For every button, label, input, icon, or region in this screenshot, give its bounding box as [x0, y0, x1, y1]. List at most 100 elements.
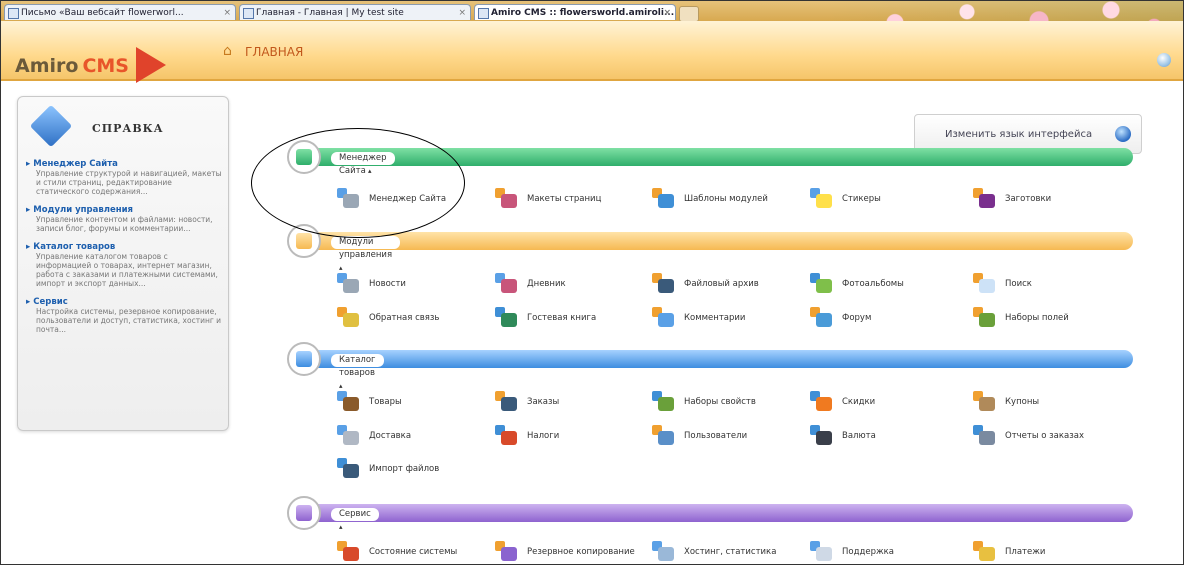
- module-diary[interactable]: Дневник: [495, 273, 566, 295]
- close-tab-icon[interactable]: ×: [663, 5, 671, 20]
- help-item-link[interactable]: Модули управления: [26, 205, 222, 215]
- module-label: Форум: [842, 313, 872, 323]
- module-taxes[interactable]: Налоги: [495, 425, 559, 447]
- section-toggle[interactable]: Менеджер Сайта: [331, 152, 395, 176]
- module-coupons[interactable]: Купоны: [973, 391, 1039, 413]
- help-item-text: Настройка системы, резервное копирование…: [36, 307, 222, 334]
- module-file-import[interactable]: Импорт файлов: [337, 458, 439, 480]
- diary-icon: [495, 273, 519, 295]
- module-label: Состояние системы: [369, 547, 458, 557]
- tab-favicon-icon: [243, 8, 254, 19]
- module-templates-icon: [652, 188, 676, 210]
- module-label: Обратная связь: [369, 313, 440, 323]
- module-users[interactable]: Пользователи: [652, 425, 747, 447]
- amiro-logo[interactable]: Amiro CMS: [15, 55, 129, 77]
- close-tab-icon[interactable]: ×: [458, 5, 466, 20]
- module-label: Файловый архив: [684, 279, 759, 289]
- module-label: Хостинг, статистика: [684, 547, 777, 557]
- change-language-label: Изменить язык интерфейса: [945, 129, 1093, 140]
- module-payments[interactable]: Платежи: [973, 541, 1045, 563]
- module-backup[interactable]: Резервное копирование: [495, 541, 635, 563]
- page-layouts-icon: [495, 188, 519, 210]
- module-label: Отчеты о заказах: [1005, 431, 1084, 441]
- module-products[interactable]: Товары: [337, 391, 402, 413]
- module-comments[interactable]: Комментарии: [652, 307, 745, 329]
- help-item-link[interactable]: Сервис: [26, 297, 222, 307]
- logo-arrow-icon: [136, 47, 166, 83]
- tab-title: Главная - Главная | My test site: [256, 8, 404, 18]
- module-hosting-stats[interactable]: Хостинг, статистика: [652, 541, 776, 563]
- module-delivery[interactable]: Доставка: [337, 425, 411, 447]
- module-order-reports[interactable]: Отчеты о заказах: [973, 425, 1084, 447]
- feedback-icon: [337, 307, 361, 329]
- section-bar[interactable]: [291, 232, 1133, 250]
- photo-albums-icon: [810, 273, 834, 295]
- logo-text: Amiro: [15, 55, 79, 77]
- module-label: Заготовки: [1005, 194, 1052, 204]
- module-support[interactable]: Поддержка: [810, 541, 894, 563]
- tab-favicon-icon: [478, 8, 489, 19]
- module-label: Купоны: [1005, 397, 1040, 407]
- browser-tab-amiro[interactable]: Amiro CMS :: flowersworld.amiroli... ×: [474, 4, 676, 20]
- section-bar[interactable]: [291, 350, 1133, 368]
- module-blanks[interactable]: Заготовки: [973, 188, 1051, 210]
- blanks-icon: [973, 188, 997, 210]
- help-item-link[interactable]: Менеджер Сайта: [26, 159, 222, 169]
- help-item-link[interactable]: Каталог товаров: [26, 242, 222, 252]
- browser-tab-mail[interactable]: Письмо «Ваш вебсайт flowerworl... ×: [4, 4, 236, 20]
- section-bar[interactable]: [291, 148, 1133, 166]
- module-label: Шаблоны модулей: [684, 194, 768, 204]
- module-stickers[interactable]: Стикеры: [810, 188, 881, 210]
- site-manager-section-icon: [287, 140, 321, 174]
- module-file-archive[interactable]: Файловый архив: [652, 273, 759, 295]
- module-guestbook[interactable]: Гостевая книга: [495, 307, 596, 329]
- hosting-stats-icon: [652, 541, 676, 563]
- help-circle-icon[interactable]: [1157, 53, 1171, 67]
- discounts-icon: [810, 391, 834, 413]
- page-title[interactable]: ГЛАВНАЯ: [245, 45, 303, 59]
- home-icon[interactable]: ⌂: [223, 43, 232, 59]
- module-page-layouts[interactable]: Макеты страниц: [495, 188, 601, 210]
- module-label: Наборы свойств: [684, 397, 756, 407]
- module-discounts[interactable]: Скидки: [810, 391, 875, 413]
- browser-tab-mysite[interactable]: Главная - Главная | My test site ×: [239, 4, 471, 20]
- module-property-sets[interactable]: Наборы свойств: [652, 391, 756, 413]
- module-photo-albums[interactable]: Фотоальбомы: [810, 273, 904, 295]
- module-system-status[interactable]: Состояние системы: [337, 541, 457, 563]
- module-label: Пользователи: [684, 431, 748, 441]
- module-currency[interactable]: Валюта: [810, 425, 876, 447]
- module-search[interactable]: Поиск: [973, 273, 1032, 295]
- module-label: Резервное копирование: [527, 547, 635, 557]
- module-label: Валюта: [842, 431, 876, 441]
- module-module-templates[interactable]: Шаблоны модулей: [652, 188, 768, 210]
- catalog-section-icon: [287, 342, 321, 376]
- site-manager-icon: [337, 188, 361, 210]
- help-list: Менеджер Сайта Управление структурой и н…: [26, 159, 222, 343]
- control-modules-section-icon: [287, 224, 321, 258]
- order-reports-icon: [973, 425, 997, 447]
- guestbook-icon: [495, 307, 519, 329]
- module-label: Импорт файлов: [369, 464, 440, 474]
- module-news[interactable]: Новости: [337, 273, 406, 295]
- module-forum[interactable]: Форум: [810, 307, 871, 329]
- backup-icon: [495, 541, 519, 563]
- module-orders[interactable]: Заказы: [495, 391, 559, 413]
- module-site-manager[interactable]: Менеджер Сайта: [337, 188, 446, 210]
- section-toggle[interactable]: Каталог товаров: [331, 354, 384, 378]
- module-label: Поиск: [1005, 279, 1032, 289]
- tab-title: Письмо «Ваш вебсайт flowerworl...: [21, 8, 184, 18]
- help-item-text: Управление контентом и файлами: новости,…: [36, 215, 213, 233]
- section-bar[interactable]: [291, 504, 1133, 522]
- module-label: Дневник: [527, 279, 566, 289]
- close-tab-icon[interactable]: ×: [223, 5, 231, 20]
- coupons-icon: [973, 391, 997, 413]
- section-toggle[interactable]: Модули управления: [331, 236, 401, 260]
- module-label: Платежи: [1005, 547, 1046, 557]
- module-feedback[interactable]: Обратная связь: [337, 307, 439, 329]
- section-toggle[interactable]: Сервис: [331, 508, 379, 521]
- module-field-sets[interactable]: Наборы полей: [973, 307, 1069, 329]
- property-sets-icon: [652, 391, 676, 413]
- new-tab-button[interactable]: [679, 6, 699, 22]
- module-label: Фотоальбомы: [842, 279, 904, 289]
- currency-icon: [810, 425, 834, 447]
